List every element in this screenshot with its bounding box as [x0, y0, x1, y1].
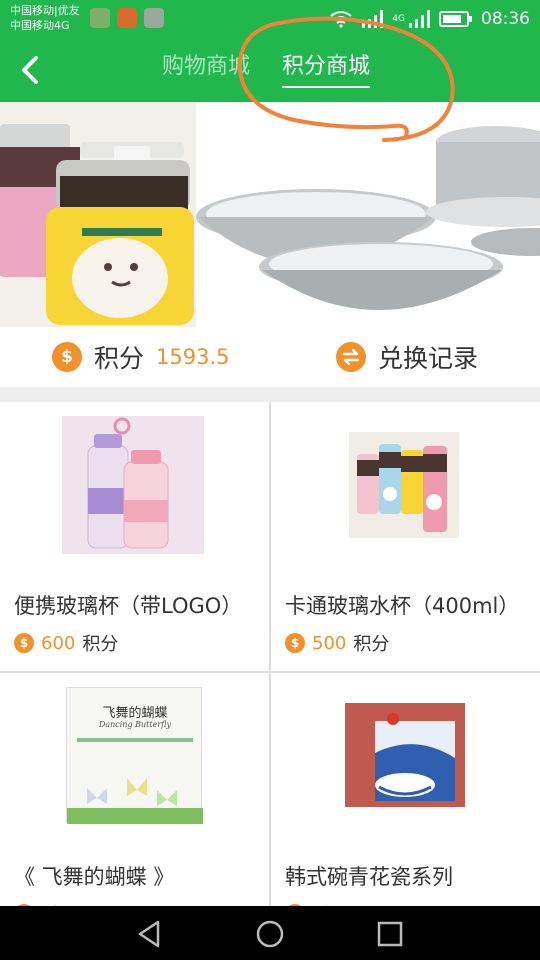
status-bar: 中国移动|优友 中国移动4G 4G 08:36	[0, 0, 540, 38]
product-image	[345, 703, 465, 807]
exchange-record-button[interactable]: 兑换记录	[336, 340, 478, 374]
section-divider	[0, 387, 540, 402]
swap-icon	[336, 342, 366, 372]
cartoon-bottles-image	[349, 432, 459, 538]
coin-icon: $	[14, 633, 34, 653]
product-name: 《 飞舞的蝴蝶 》	[14, 865, 175, 889]
tab-points-mall[interactable]: 积分商城	[282, 52, 371, 88]
notification-app-icon	[144, 8, 164, 28]
product-image: 飞舞的蝴蝶 Dancing Butterfly	[66, 687, 203, 824]
wifi-icon	[330, 11, 352, 28]
tab-shopping-mall[interactable]: 购物商城	[162, 52, 250, 88]
butterflies-illustration	[67, 778, 203, 824]
product-price: $ 600 积分	[14, 630, 118, 656]
battery-icon	[439, 11, 472, 27]
glass-bottle-image	[62, 416, 204, 554]
porcelain-bowls-image	[345, 703, 465, 807]
banner-image-jars	[0, 102, 196, 327]
points-balance: $ 积分 1593.5	[52, 340, 230, 374]
home-circle-icon[interactable]	[254, 918, 286, 950]
book-cover-title: 飞舞的蝴蝶	[102, 706, 168, 721]
product-points: 600	[41, 632, 76, 654]
points-label: 积分	[94, 344, 145, 373]
product-grid: 便携玻璃杯（带LOGO） $ 600 积分 卡通玻璃水杯（400ml） $ 50…	[0, 402, 540, 906]
product-card[interactable]: 卡通玻璃水杯（400ml） $ 500 积分	[271, 402, 540, 671]
signal-icon	[362, 10, 384, 28]
product-price: $ 500 积分	[285, 630, 389, 656]
points-unit: 积分	[82, 634, 119, 655]
product-points: 500	[312, 632, 347, 654]
jars-illustration	[0, 102, 196, 327]
clock: 08:36	[481, 9, 530, 29]
network-type: 4G	[392, 14, 405, 24]
product-card[interactable]: 便携玻璃杯（带LOGO） $ 600 积分	[0, 402, 269, 671]
promo-banner[interactable]	[0, 102, 540, 327]
carrier-info: 中国移动|优友 中国移动4G	[10, 3, 80, 33]
notification-app-icon	[117, 8, 137, 28]
signal-icon	[409, 10, 430, 28]
book-cover-image: 飞舞的蝴蝶 Dancing Butterfly	[66, 687, 203, 824]
bowls-illustration	[196, 126, 540, 310]
product-image	[62, 416, 204, 554]
carrier-2: 中国移动4G	[10, 19, 70, 32]
points-unit: 积分	[353, 634, 390, 655]
recents-square-icon[interactable]	[374, 918, 406, 950]
product-name: 韩式碗青花瓷系列	[285, 865, 453, 889]
exchange-record-label: 兑换记录	[378, 344, 479, 373]
notification-app-icon	[90, 8, 110, 28]
product-card[interactable]: 飞舞的蝴蝶 Dancing Butterfly 《 飞舞的蝴蝶 》 $ 积分	[0, 673, 269, 906]
status-icons: 4G 08:36	[330, 6, 530, 32]
back-button[interactable]	[10, 50, 50, 90]
book-cover-subtitle: Dancing Butterfly	[98, 720, 172, 729]
points-summary: $ 积分 1593.5 兑换记录	[0, 327, 540, 387]
product-name: 卡通玻璃水杯（400ml）	[285, 594, 520, 618]
nav-bar: 购物商城 积分商城	[0, 38, 540, 102]
points-value: 1593.5	[156, 345, 230, 369]
product-card[interactable]: 韩式碗青花瓷系列 $ 积分	[271, 673, 540, 906]
product-name: 便携玻璃杯（带LOGO）	[14, 594, 243, 618]
chevron-left-icon	[22, 56, 38, 84]
carrier-1: 中国移动|优友	[10, 4, 80, 17]
coin-icon: $	[285, 633, 305, 653]
system-nav-bar	[0, 906, 540, 960]
coin-icon: $	[52, 342, 82, 372]
banner-image-bowls	[196, 102, 540, 327]
product-image	[333, 416, 475, 554]
book-cover-stripe	[77, 738, 193, 742]
back-triangle-icon[interactable]	[134, 918, 166, 950]
